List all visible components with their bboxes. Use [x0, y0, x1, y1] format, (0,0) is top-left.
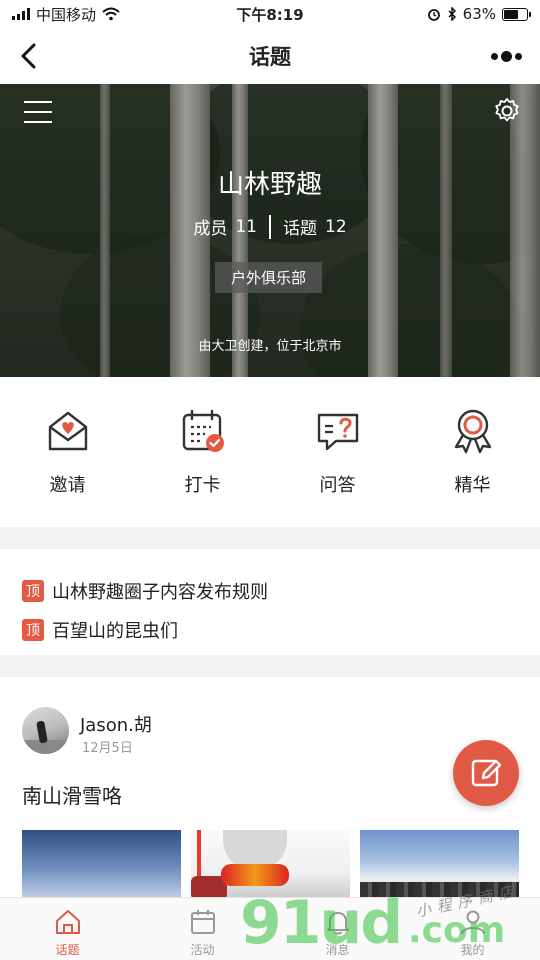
avatar[interactable] — [22, 707, 69, 754]
group-name: 山林野趣 — [217, 170, 322, 200]
battery-icon — [502, 7, 531, 21]
battery-percent: 63% — [462, 5, 496, 23]
hamburger-menu-icon[interactable] — [24, 98, 52, 126]
bluetooth-icon — [448, 7, 456, 21]
gear-icon[interactable] — [492, 96, 522, 126]
edit-pencil-icon — [471, 759, 502, 787]
bell-icon — [326, 912, 349, 935]
alarm-icon — [427, 9, 440, 21]
pinned-topic[interactable]: 顶 山林野趣圈子内容发布规则 — [0, 571, 540, 610]
checkin-action[interactable]: 打卡 — [135, 377, 270, 527]
award-ribbon-icon — [454, 409, 491, 454]
post-photo[interactable] — [191, 830, 350, 900]
chevron-left-icon — [21, 43, 36, 69]
qa-action[interactable]: 问答 — [270, 377, 405, 527]
calendar-check-icon — [182, 409, 224, 452]
group-cover: 山林野趣 成员 11 话题 12 户外俱乐部 由大卫创建，位于北京市 — [0, 84, 540, 377]
category-tag[interactable]: 户外俱乐部 — [215, 262, 323, 293]
creator-info: 由大卫创建，位于北京市 — [198, 339, 342, 354]
envelope-heart-icon — [48, 411, 87, 451]
tab-label: 话题 — [55, 943, 80, 957]
post-date: 12月5日 — [82, 741, 133, 756]
status-bar: 中国移动 下午8:19 63% — [0, 0, 540, 28]
more-button[interactable] — [486, 40, 526, 72]
post-title[interactable]: 南山滑雪咯 — [22, 780, 122, 809]
invite-label: 邀请 — [49, 475, 86, 496]
pin-badge: 顶 — [22, 618, 44, 641]
qa-label: 问答 — [319, 475, 356, 496]
pinned-topics: 顶 山林野趣圈子内容发布规则 顶 百望山的昆虫们 — [0, 549, 540, 655]
tab-topics[interactable]: 话题 — [0, 898, 135, 960]
signal-icon — [12, 8, 30, 20]
tab-messages[interactable]: 消息 — [270, 898, 405, 960]
members-label: 成员 — [193, 219, 228, 239]
quick-actions: 邀请 打卡 问答 精华 — [0, 377, 540, 527]
tab-label: 我的 — [460, 943, 485, 957]
checkin-label: 打卡 — [184, 475, 221, 496]
members-count: 11 — [235, 216, 257, 237]
tab-activities[interactable]: 活动 — [135, 898, 270, 960]
pinned-topic[interactable]: 顶 百望山的昆虫们 — [0, 610, 540, 649]
topics-count: 12 — [325, 216, 347, 237]
compose-button[interactable] — [453, 740, 519, 806]
pin-badge: 顶 — [22, 579, 44, 602]
user-icon — [460, 910, 485, 935]
post-photo[interactable] — [22, 830, 181, 900]
invite-action[interactable]: 邀请 — [0, 377, 135, 527]
tab-profile[interactable]: 我的 — [405, 898, 540, 960]
stats-divider — [269, 214, 271, 239]
tab-label: 消息 — [325, 943, 350, 957]
back-button[interactable] — [10, 38, 46, 74]
wifi-icon — [102, 7, 120, 21]
featured-action[interactable]: 精华 — [405, 377, 540, 527]
pinned-topic-title: 百望山的昆虫们 — [52, 620, 178, 642]
tab-label: 活动 — [190, 943, 215, 957]
post-photo[interactable] — [360, 830, 519, 900]
calendar-icon — [190, 910, 215, 934]
post-author[interactable]: Jason.胡 — [80, 711, 152, 737]
section-divider — [0, 527, 540, 549]
group-stats: 成员 11 话题 12 — [0, 214, 540, 239]
carrier-name: 中国移动 — [36, 5, 97, 24]
page-title: 话题 — [249, 45, 291, 69]
topics-label: 话题 — [283, 219, 317, 239]
home-icon — [55, 910, 80, 934]
question-bubble-icon — [317, 413, 358, 451]
more-dots-icon — [490, 50, 522, 62]
tab-bar: 话题 活动 消息 我的 — [0, 897, 540, 960]
nav-bar: 话题 — [0, 28, 540, 84]
featured-label: 精华 — [454, 475, 491, 496]
section-divider — [0, 655, 540, 677]
pinned-topic-title: 山林野趣圈子内容发布规则 — [52, 581, 268, 603]
